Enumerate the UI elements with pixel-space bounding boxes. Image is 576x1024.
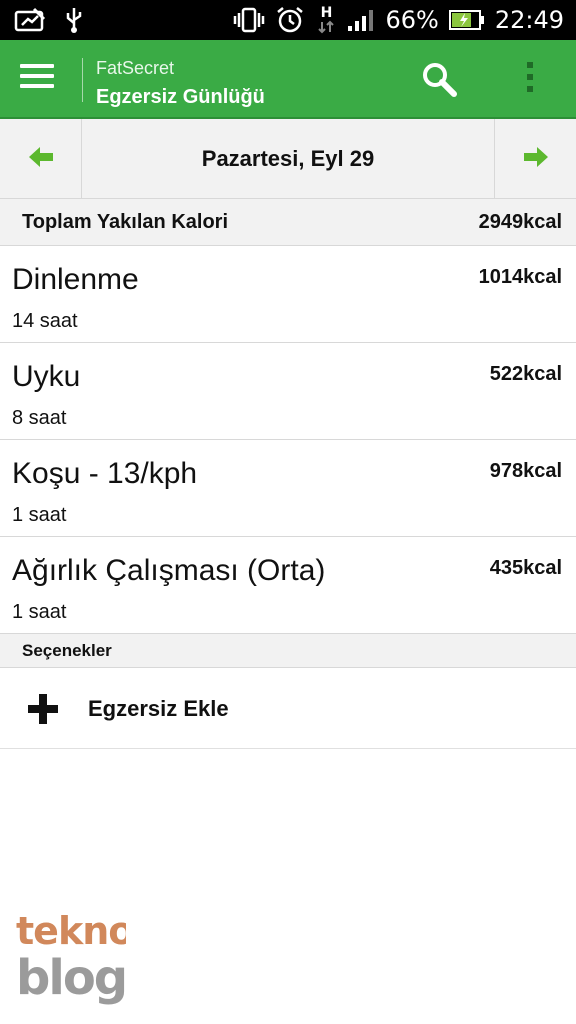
exercise-name: Koşu - 13/kph (12, 457, 198, 490)
options-header: Seçenekler (0, 633, 576, 668)
screen-title: Egzersiz Günlüğü (96, 86, 265, 108)
total-calories-label: Toplam Yakılan Kalori (22, 211, 228, 233)
search-icon[interactable] (418, 60, 462, 100)
svg-text:tekno: tekno (16, 909, 126, 953)
exercise-row[interactable]: Dinlenme 14 saat 1014kcal (0, 246, 576, 343)
battery-percent: 66% (385, 6, 439, 34)
overflow-menu-icon[interactable] (516, 62, 544, 102)
arrow-left-icon (27, 145, 55, 174)
watermark-logo: tekno blog (16, 906, 134, 1006)
signal-icon (347, 8, 375, 32)
exercise-row[interactable]: Ağırlık Çalışması (Orta) 1 saat 435kcal (0, 537, 576, 634)
exercise-duration: 14 saat (12, 310, 78, 332)
exercise-name: Dinlenme (12, 263, 139, 296)
app-name: FatSecret (96, 58, 175, 78)
add-exercise-label: Egzersiz Ekle (88, 696, 229, 721)
battery-charging-icon (448, 9, 485, 31)
exercise-name: Ağırlık Çalışması (Orta) (12, 554, 326, 587)
app-bar: FatSecret Egzersiz Günlüğü (0, 40, 576, 119)
svg-text:blog: blog (16, 950, 126, 1006)
alarm-icon (275, 5, 305, 35)
options-header-label: Seçenekler (22, 641, 112, 660)
current-date[interactable]: Pazartesi, Eyl 29 (82, 119, 494, 199)
menu-icon[interactable] (20, 64, 54, 94)
status-bar-left (14, 6, 84, 34)
arrow-right-icon (522, 145, 550, 174)
vibrate-icon (233, 7, 265, 33)
exercise-duration: 1 saat (12, 504, 67, 526)
data-arrows-icon: H (315, 6, 337, 34)
image-edit-icon (14, 7, 46, 33)
status-bar: H 66% 22:49 (0, 0, 576, 40)
total-calories-value: 2949kcal (478, 211, 562, 233)
previous-day-button[interactable] (0, 119, 82, 199)
exercise-kcal: 522kcal (489, 363, 562, 385)
status-bar-right: H 66% 22:49 (233, 0, 564, 40)
plus-icon (26, 692, 60, 726)
total-calories-row: Toplam Yakılan Kalori 2949kcal (0, 199, 576, 246)
exercise-kcal: 978kcal (489, 460, 562, 482)
exercise-kcal: 1014kcal (478, 266, 562, 288)
date-navigator: Pazartesi, Eyl 29 (0, 119, 576, 199)
exercise-row[interactable]: Uyku 8 saat 522kcal (0, 343, 576, 440)
clock: 22:49 (494, 6, 564, 34)
exercise-name: Uyku (12, 360, 81, 393)
exercise-kcal: 435kcal (489, 557, 562, 579)
app-bar-divider (82, 58, 83, 102)
exercise-row[interactable]: Koşu - 13/kph 1 saat 978kcal (0, 440, 576, 537)
exercise-duration: 1 saat (12, 601, 67, 623)
usb-icon (64, 6, 84, 34)
add-exercise-button[interactable]: Egzersiz Ekle (0, 668, 576, 749)
exercise-duration: 8 saat (12, 407, 67, 429)
next-day-button[interactable] (494, 119, 576, 199)
